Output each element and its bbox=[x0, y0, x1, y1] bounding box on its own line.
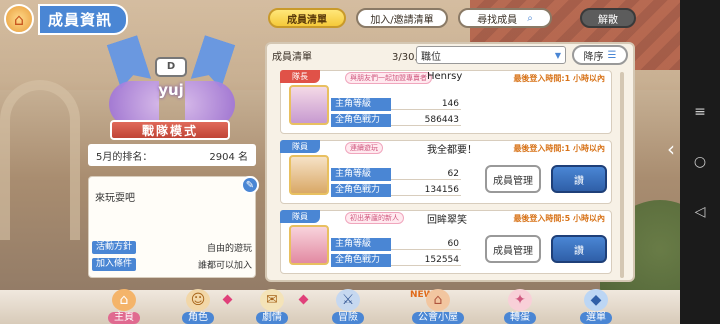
nav-label: 轉蛋 bbox=[504, 312, 536, 324]
member-manage-button[interactable]: 成員管理 bbox=[485, 235, 541, 263]
story-icon: ✉ bbox=[260, 289, 284, 311]
avatar[interactable] bbox=[289, 85, 329, 125]
member-list-scrollbar[interactable] bbox=[620, 72, 624, 278]
member-card-leader: 隊長 與朋友們一起加盟專賣者 Henrsy 最後登入時間:1 小時以內 主角等級… bbox=[280, 70, 612, 134]
home-circle-icon[interactable]: ○ bbox=[688, 150, 712, 174]
chevron-left-icon[interactable]: ‹ bbox=[663, 136, 679, 162]
edit-pencil-icon[interactable]: ✎ bbox=[241, 176, 259, 194]
menu-icon: ◆ bbox=[584, 289, 608, 311]
sort-order-button[interactable]: 降序 ☰ bbox=[572, 45, 628, 65]
level-label: 主角等級 bbox=[331, 237, 391, 251]
nav-character[interactable]: ☺ 角色 bbox=[170, 284, 226, 324]
avatar[interactable] bbox=[289, 225, 329, 265]
clan-name: yuj bbox=[158, 81, 184, 99]
member-title-badge: 與朋友們一起加盟專賣者 bbox=[345, 72, 432, 84]
nav-label: 劇情 bbox=[256, 312, 288, 324]
member-name: 我全都要！ bbox=[427, 145, 477, 156]
nav-home[interactable]: ⌂ 主頁 bbox=[96, 284, 152, 324]
member-title-badge: 初出茅廬的新人 bbox=[345, 212, 404, 224]
nav-story[interactable]: ✉ 劇情 bbox=[244, 284, 300, 324]
level-value: 62 bbox=[391, 169, 461, 180]
power-value: 586443 bbox=[391, 115, 461, 126]
arch bbox=[0, 80, 80, 240]
nav-adventure[interactable]: ⚔ 冒險 bbox=[320, 284, 376, 324]
clan-rank-badge: D bbox=[155, 57, 187, 77]
member-name: Henrsy bbox=[427, 71, 463, 82]
level-label: 主角等級 bbox=[331, 97, 391, 111]
power-row: 全角色戰力 152554 bbox=[331, 253, 461, 267]
system-navigation-bar: ≡ ○ ◁ bbox=[680, 0, 720, 324]
last-login: 最後登入時間:5 小時以內 bbox=[513, 214, 605, 223]
sort-order-label: 降序 bbox=[583, 51, 604, 63]
sort-field-value: 職位 bbox=[421, 51, 441, 63]
activity-policy-label: 活動方針 bbox=[92, 240, 137, 254]
activity-policy-row: 活動方針 自由的遊玩 bbox=[92, 240, 252, 254]
last-login: 最後登入時間:1 小時以內 bbox=[513, 74, 605, 83]
nav-label: 冒險 bbox=[332, 312, 364, 324]
role-tag: 隊員 bbox=[280, 210, 320, 223]
tab-member-list[interactable]: 成員清單 bbox=[268, 8, 346, 28]
nav-gacha[interactable]: ✦ 轉蛋 bbox=[492, 284, 548, 324]
gacha-icon: ✦ bbox=[508, 289, 532, 311]
level-row: 主角等級 62 bbox=[331, 167, 461, 181]
join-condition-row: 加入條件 誰都可以加入 bbox=[92, 257, 252, 271]
nav-menu[interactable]: ◆ 選單 bbox=[568, 284, 624, 324]
last-login: 最後登入時間:1 小時以內 bbox=[513, 144, 605, 153]
disband-button[interactable]: 解散 bbox=[580, 8, 636, 28]
guild-house-icon: ⌂ bbox=[426, 289, 450, 311]
level-value: 146 bbox=[391, 99, 461, 110]
level-row: 主角等級 146 bbox=[331, 97, 461, 111]
member-manage-button[interactable]: 成員管理 bbox=[485, 165, 541, 193]
back-home-icon[interactable]: ⌂ bbox=[4, 4, 34, 34]
recent-apps-icon[interactable]: ≡ bbox=[688, 100, 712, 124]
power-row: 全角色戰力 586443 bbox=[331, 113, 461, 127]
avatar[interactable] bbox=[289, 155, 329, 195]
member-list-label: 成員清單 bbox=[272, 52, 312, 63]
back-triangle-icon[interactable]: ◁ bbox=[688, 200, 712, 224]
member-card: 隊員 連續遊玩 我全都要！ 最後登入時間:1 小時以內 主角等級 62 全角色戰… bbox=[280, 140, 612, 204]
adventure-icon: ⚔ bbox=[336, 289, 360, 311]
power-label: 全角色戰力 bbox=[331, 113, 391, 127]
clan-mode-banner: 戰隊模式 bbox=[110, 120, 230, 140]
rank-label: 5月的排名： bbox=[96, 151, 153, 163]
page-title: 成員資訊 bbox=[38, 3, 129, 35]
home-icon: ⌂ bbox=[112, 289, 136, 311]
member-card: 隊員 初出茅廬的新人 回眸翠笑 最後登入時間:5 小時以內 主角等級 60 全角… bbox=[280, 210, 612, 274]
like-button[interactable]: 讚 bbox=[551, 235, 607, 263]
clan-description: 來玩耍吧 bbox=[95, 193, 135, 204]
screen-title: ⌂ 成員資訊 bbox=[4, 3, 154, 35]
join-condition-label: 加入條件 bbox=[92, 257, 137, 271]
tab-find-member[interactable]: 尋找成員 ⌕ bbox=[458, 8, 552, 28]
sort-desc-icon: ☰ bbox=[607, 49, 617, 61]
level-value: 60 bbox=[391, 239, 461, 250]
dropdown-arrow-icon: ▼ bbox=[554, 50, 561, 60]
power-label: 全角色戰力 bbox=[331, 183, 391, 197]
join-condition-value: 誰都可以加入 bbox=[197, 260, 252, 271]
nav-label: 主頁 bbox=[108, 312, 140, 324]
power-value: 134156 bbox=[391, 185, 461, 196]
member-title-badge: 連續遊玩 bbox=[345, 142, 383, 154]
power-label: 全角色戰力 bbox=[331, 253, 391, 267]
sort-field-select[interactable]: 職位 ▼ bbox=[416, 46, 566, 64]
search-icon: ⌕ bbox=[527, 12, 533, 24]
role-tag: 隊員 bbox=[280, 140, 320, 153]
member-name: 回眸翠笑 bbox=[427, 215, 467, 226]
nav-label: 角色 bbox=[182, 312, 214, 324]
power-value: 152554 bbox=[391, 255, 461, 266]
character-icon: ☺ bbox=[186, 289, 210, 311]
level-label: 主角等級 bbox=[331, 167, 391, 181]
rank-value: 2904 名 bbox=[209, 151, 248, 163]
role-tag: 隊長 bbox=[280, 70, 320, 83]
nav-guild-house[interactable]: ⌂ 公會小屋 bbox=[410, 284, 466, 324]
like-button[interactable]: 讚 bbox=[551, 165, 607, 193]
level-row: 主角等級 60 bbox=[331, 237, 461, 251]
nav-label: 公會小屋 bbox=[412, 312, 464, 324]
monthly-rank-row: 5月的排名： 2904 名 bbox=[88, 144, 256, 166]
tab-find-member-label: 尋找成員 bbox=[477, 14, 518, 26]
power-row: 全角色戰力 134156 bbox=[331, 183, 461, 197]
tab-join-invite-list[interactable]: 加入/邀請清單 bbox=[356, 8, 448, 28]
activity-policy-value: 自由的遊玩 bbox=[206, 243, 252, 254]
nav-label: 選單 bbox=[580, 312, 612, 324]
